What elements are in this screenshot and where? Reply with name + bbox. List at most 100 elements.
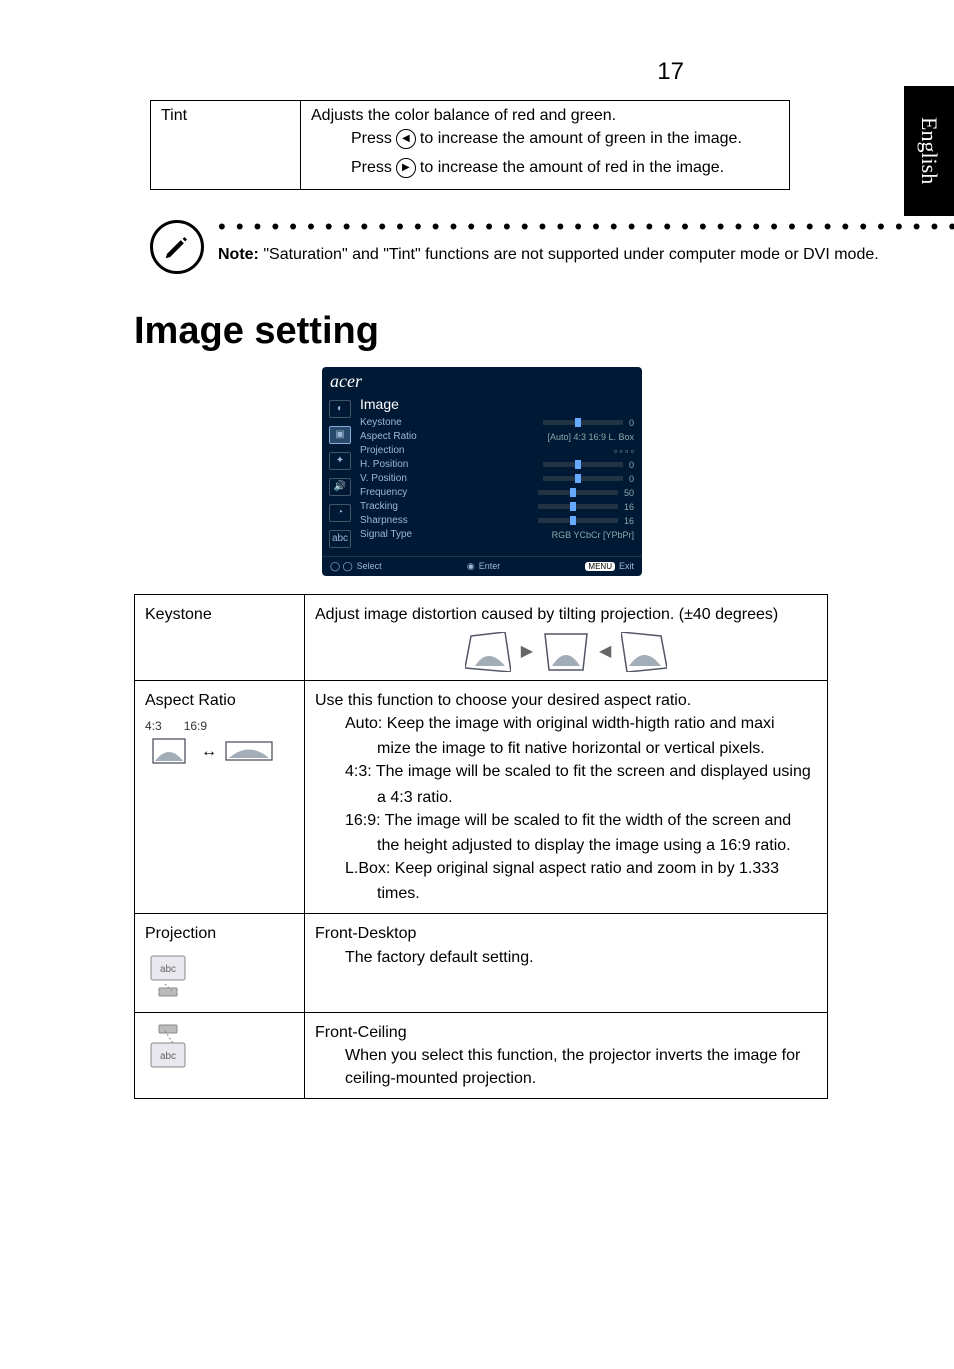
aspect-auto-1: Auto: Keep the image with original width… [345, 712, 817, 735]
osd-icon-timer: ◔ [329, 504, 351, 522]
tint-press-left-pre: Press [351, 125, 392, 154]
osd-icon-audio: 🔊 [329, 478, 351, 496]
osd-row-freq: Frequency 50 [360, 486, 634, 500]
projection-front-desktop-icon: abc [145, 952, 191, 1004]
keystone-shape-right [621, 632, 667, 672]
keystone-shape-left [465, 632, 511, 672]
osd-row-track: Tracking 16 [360, 500, 634, 514]
keystone-diagram-row: ▶ ◀ [315, 632, 817, 672]
tint-table: Tint Adjusts the color balance of red an… [150, 100, 790, 190]
projection-fc-desc: When you select this function, the proje… [345, 1044, 817, 1090]
osd-footer-select: Select [357, 561, 382, 571]
aspect-169-2: the height adjusted to display the image… [377, 834, 817, 857]
left-arrow-icon: ◀ [396, 129, 416, 149]
projection-fd-desc: The factory default setting. [345, 946, 817, 969]
osd-icon-column: ◐ ▣ ✦ 🔊 ◔ abc [322, 392, 358, 556]
note-pencil-icon [150, 220, 204, 274]
osd-val-freq: 50 [624, 488, 634, 498]
projection-fc-icon-cell: abc [135, 1012, 305, 1099]
tint-press-left-line: Press ◀ to increase the amount of green … [351, 125, 779, 154]
aspect-desc: Use this function to choose your desired… [315, 689, 817, 712]
osd-row-projection: Projection▫ ▫ ▫ ▫ [360, 444, 634, 458]
tint-desc-cell: Adjusts the color balance of red and gre… [301, 101, 790, 190]
note-block: • • • • • • • • • • • • • • • • • • • • … [150, 220, 790, 274]
tint-press-right-line: Press ▶ to increase the amount of red in… [351, 154, 779, 183]
osd-lbl-projection: Projection [360, 445, 440, 456]
osd-footer: ◯ ◯ Select ◉ Enter MENU Exit [322, 556, 642, 576]
language-side-tab: English [904, 86, 954, 216]
svg-text:abc: abc [160, 964, 176, 975]
language-side-tab-label: English [916, 117, 942, 184]
osd-row-aspect: Aspect Ratio[Auto] 4:3 16:9 L. Box [360, 430, 634, 444]
osd-val-hpos: 0 [629, 460, 634, 470]
osd-row-signal: Signal TypeRGB YCbCr [YPbPr] [360, 528, 634, 542]
section-heading: Image setting [134, 310, 824, 353]
aspect-lbox-2: times. [377, 882, 817, 905]
note-bold: Note: [218, 246, 259, 263]
osd-row-keystone: Keystone 0 [360, 416, 634, 430]
tint-press-right-post: to increase the amount of red in the ima… [420, 154, 724, 183]
osd-title: Image [360, 394, 634, 416]
osd-lbl-signal: Signal Type [360, 529, 440, 540]
keystone-desc-cell: Adjust image distortion caused by tiltin… [305, 594, 828, 680]
osd-row-sharp: Sharpness 16 [360, 514, 634, 528]
osd-lbl-sharp: Sharpness [360, 515, 440, 526]
osd-lbl-track: Tracking [360, 501, 440, 512]
osd-lbl-hpos: H. Position [360, 459, 440, 470]
note-body: "Saturation" and "Tint" functions are no… [259, 246, 879, 263]
page-number: 17 [657, 58, 684, 86]
osd-lbl-freq: Frequency [360, 487, 440, 498]
projection-fc-cell: Front-Ceiling When you select this funct… [305, 1012, 828, 1099]
projection-label-cell: Projection abc [135, 914, 305, 1012]
aspect-169-label: 16:9 [184, 718, 207, 735]
projection-front-ceiling-icon: abc [145, 1021, 191, 1073]
osd-icon-color: ◐ [329, 400, 351, 418]
svg-text:abc: abc [160, 1051, 176, 1062]
osd-val-aspect: [Auto] 4:3 16:9 L. Box [440, 432, 634, 442]
projection-fd-cell: Front-Desktop The factory default settin… [305, 914, 828, 1012]
aspect-lbox-1: L.Box: Keep original signal aspect ratio… [345, 857, 817, 880]
osd-val-projection: ▫ ▫ ▫ ▫ [440, 446, 634, 456]
image-settings-table: Keystone Adjust image distortion caused … [134, 594, 828, 1100]
osd-brand: acer [322, 367, 642, 392]
osd-val-sharp: 16 [624, 516, 634, 526]
projection-label: Projection [145, 922, 294, 945]
osd-val-vpos: 0 [629, 474, 634, 484]
aspect-desc-cell: Use this function to choose your desired… [305, 680, 828, 914]
note-dots: • • • • • • • • • • • • • • • • • • • • … [218, 220, 954, 234]
osd-icon-image: ▣ [329, 426, 351, 444]
aspect-label: Aspect Ratio [145, 689, 294, 712]
aspect-169-thumb [225, 737, 273, 765]
keystone-desc: Adjust image distortion caused by tiltin… [315, 603, 817, 626]
projection-fd-title: Front-Desktop [315, 922, 817, 945]
keystone-label-cell: Keystone [135, 594, 305, 680]
tint-desc: Adjusts the color balance of red and gre… [311, 107, 779, 125]
osd-row-vpos: V. Position0 [360, 472, 634, 486]
osd-val-signal: RGB YCbCr [YPbPr] [440, 530, 634, 540]
osd-lbl-aspect: Aspect Ratio [360, 431, 440, 442]
right-arrow-icon: ▶ [396, 158, 416, 178]
aspect-label-cell: Aspect Ratio 4:3 16:9 ↔ [135, 680, 305, 914]
aspect-thumbs: 4:3 16:9 [145, 718, 294, 735]
aspect-169-1: 16:9: The image will be scaled to fit th… [345, 809, 817, 832]
aspect-43-thumb [145, 737, 193, 765]
osd-footer-menu: MENU [585, 562, 615, 571]
projection-fc-title: Front-Ceiling [315, 1021, 817, 1044]
osd-val-keystone: 0 [629, 418, 634, 428]
osd-row-hpos: H. Position 0 [360, 458, 634, 472]
tint-label-cell: Tint [151, 101, 301, 190]
aspect-43-1: 4:3: The image will be scaled to fit the… [345, 760, 817, 783]
aspect-arrows-icon: ↔ [201, 740, 217, 763]
tint-press-right-pre: Press [351, 154, 392, 183]
osd-icon-language: abc [329, 530, 351, 548]
aspect-43-2: a 4:3 ratio. [377, 786, 817, 809]
tint-press-left-post: to increase the amount of green in the i… [420, 125, 742, 154]
osd-icon-management: ✦ [329, 452, 351, 470]
osd-val-track: 16 [624, 502, 634, 512]
keystone-arrow-1: ▶ [521, 640, 533, 663]
keystone-shape-mid [543, 632, 589, 672]
osd-footer-enter: Enter [479, 561, 501, 571]
osd-lbl-keystone: Keystone [360, 417, 440, 428]
keystone-arrow-2: ◀ [599, 640, 611, 663]
aspect-auto-2: mize the image to fit native horizontal … [377, 737, 817, 760]
